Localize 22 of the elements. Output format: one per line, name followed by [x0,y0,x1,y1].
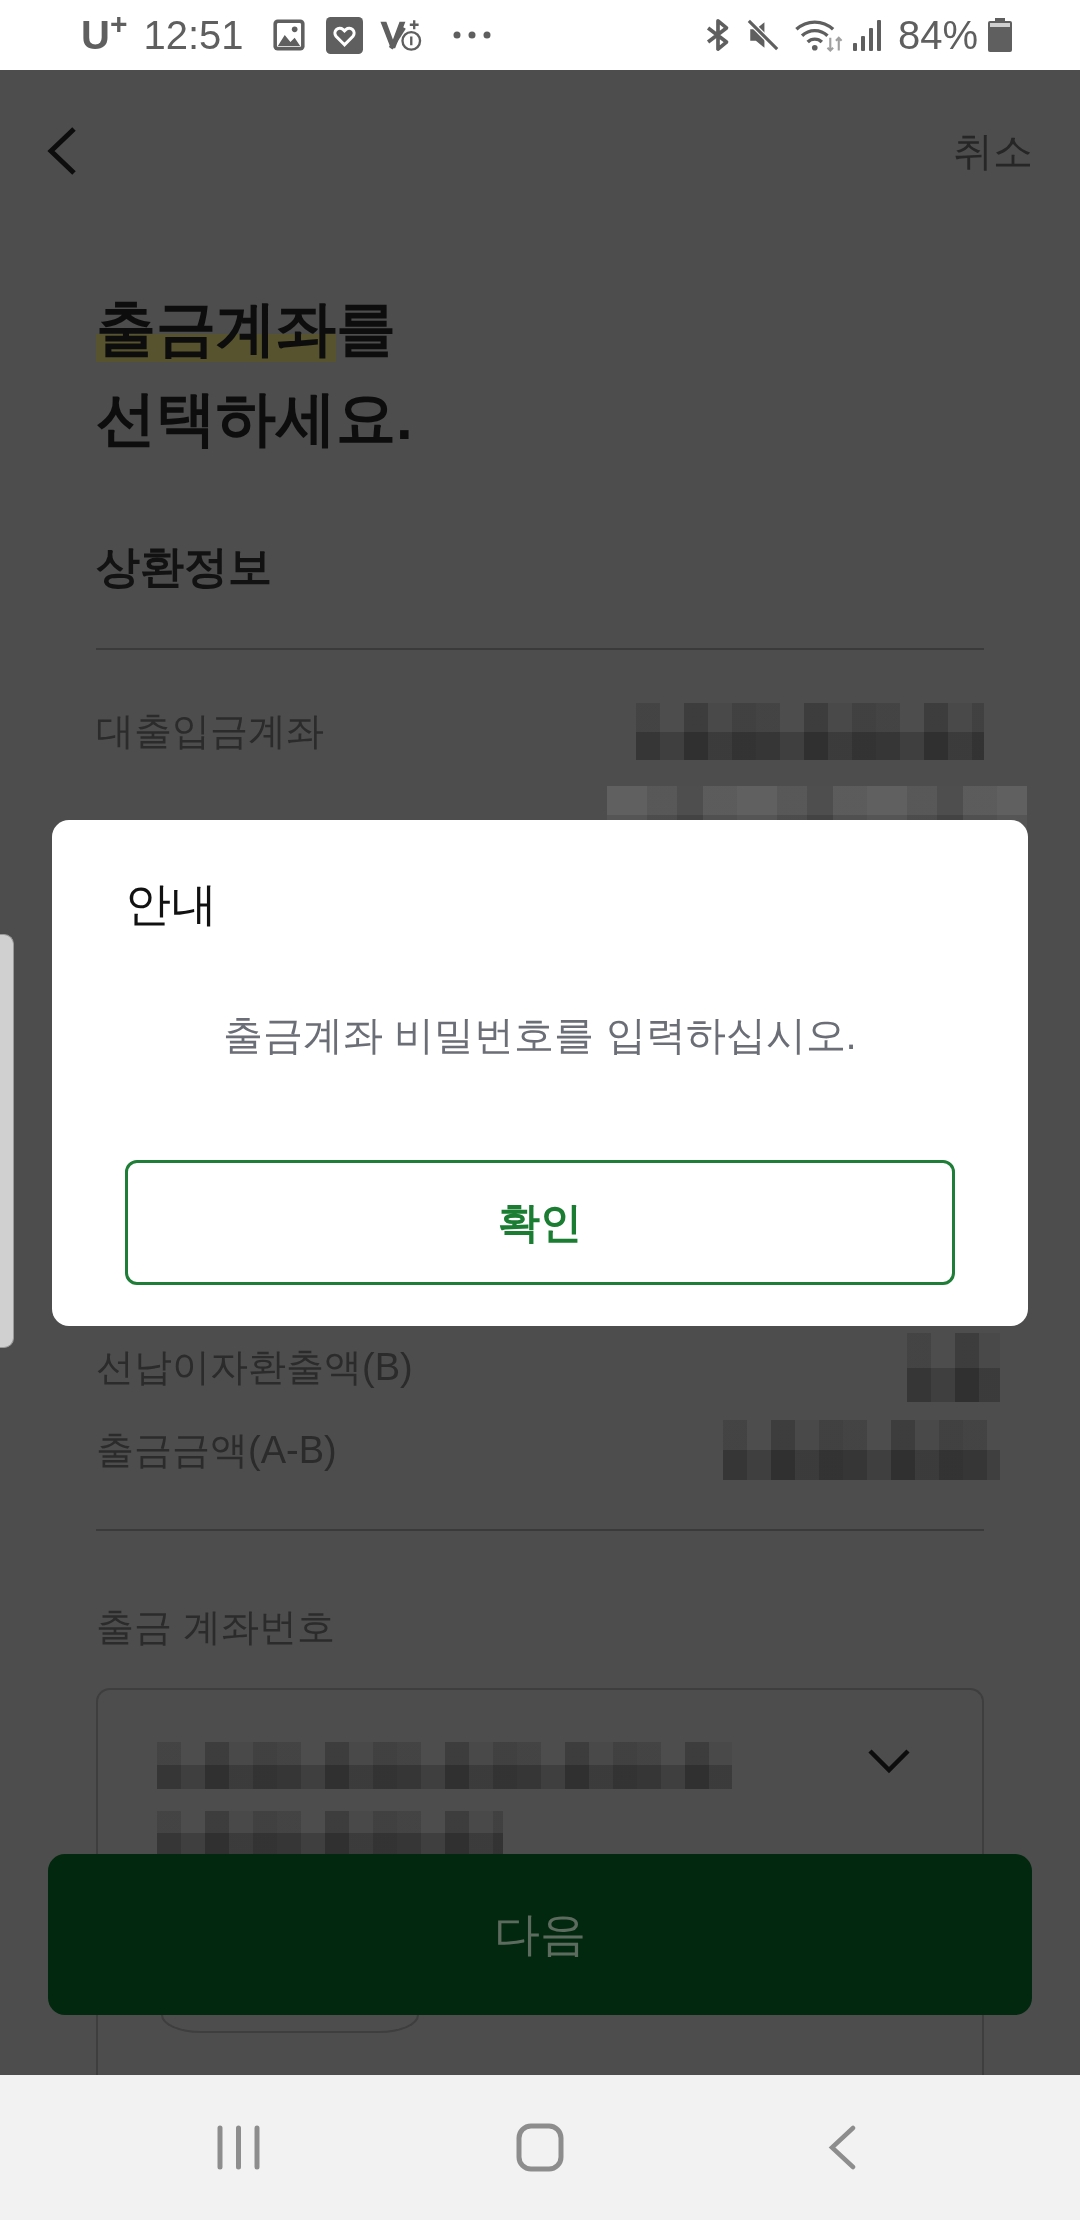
recent-apps-icon[interactable] [216,2125,260,2170]
dialog-title: 안내 [125,877,217,932]
v-badge-icon [378,17,423,53]
carrier-label: U$^{+}$ [81,11,128,59]
battery-icon [988,18,1012,52]
heart-tile-icon [325,16,363,54]
confirm-button[interactable]: 확인 [125,1160,955,1285]
wifi-icon [794,18,843,52]
back-icon[interactable] [46,126,78,176]
page-title: 출금계좌를 선택하세요. [96,294,413,454]
back-nav-icon[interactable] [828,2125,856,2170]
gallery-icon [271,18,306,52]
dialog-message: 출금계좌 비밀번호를 입력하십시오. [223,1012,857,1059]
edge-panel-handle[interactable] [0,934,14,1348]
signal-icon [851,19,884,51]
home-icon[interactable] [516,2123,564,2172]
next-button[interactable]: 다음 [48,1854,1032,2015]
section-title: 상환정보 [96,541,272,593]
more-dots-icon [452,31,491,39]
clock-time: 12:51 [143,12,244,59]
battery-percent: 84% [897,12,978,59]
account-select[interactable] [96,1688,984,2075]
